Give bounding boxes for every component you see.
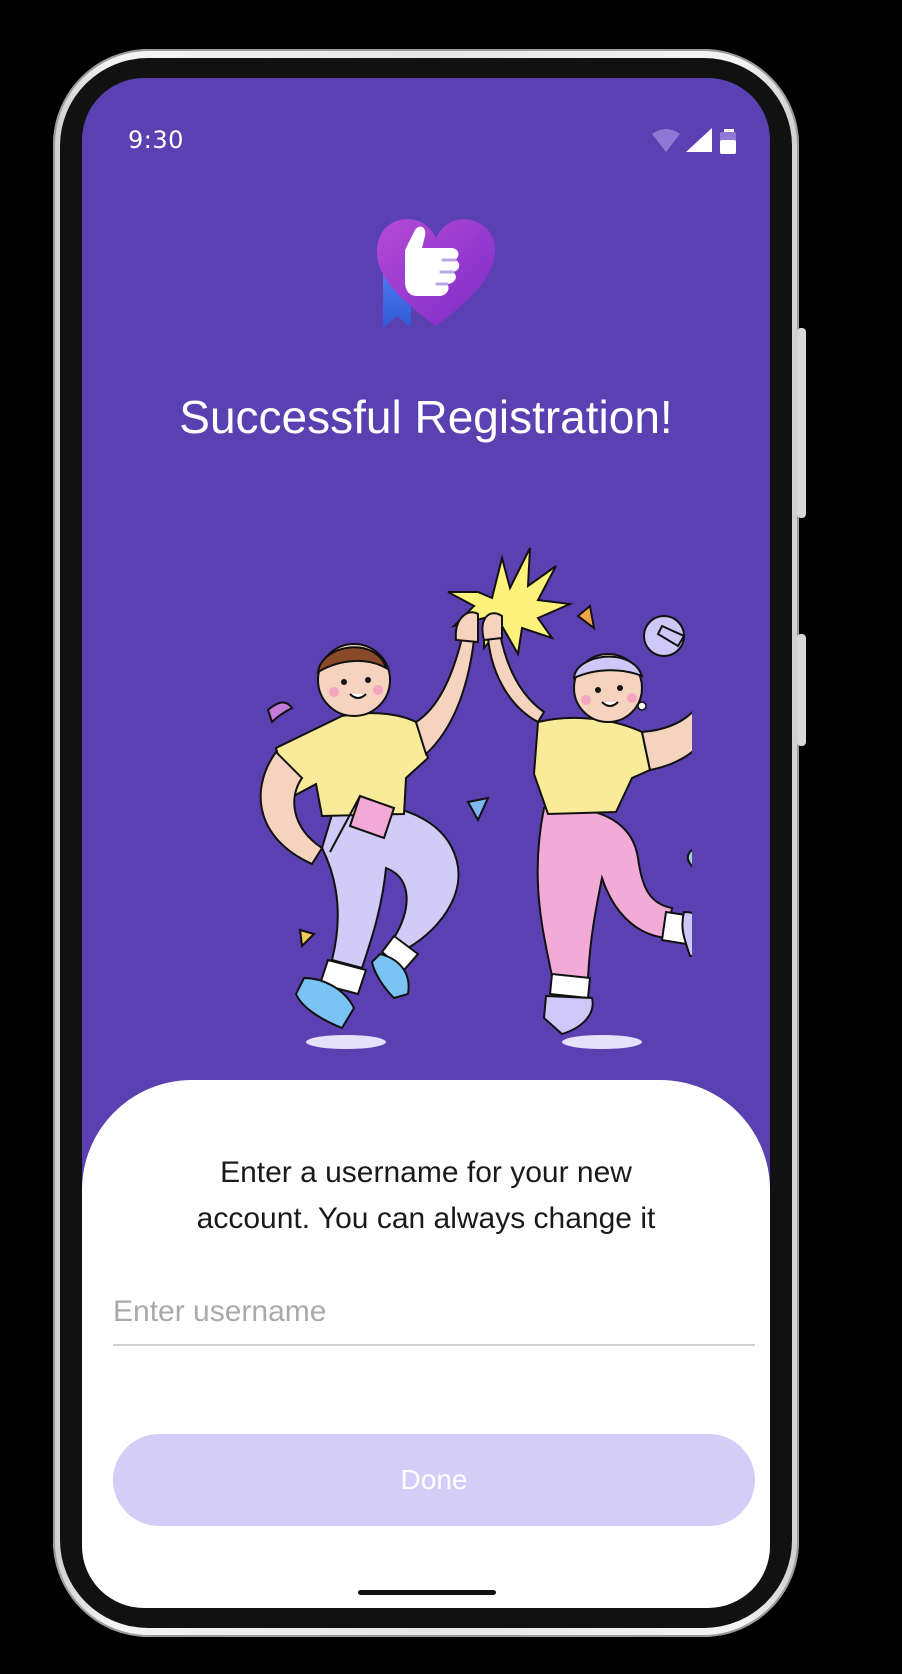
battery-icon [720,129,736,154]
status-icons [652,128,736,154]
instruction-line-2: account. You can always change it [196,1202,656,1235]
wifi-icon [652,129,680,152]
instruction-line-1: Enter a username for your new [220,1156,632,1189]
done-button[interactable]: Done [113,1434,755,1526]
phone-side-button-power [797,328,806,518]
instruction-text: Enter a username for your new account. Y… [142,1150,710,1242]
username-input[interactable] [113,1280,755,1346]
status-time: 9:30 [128,126,184,154]
page-title: Successful Registration! [179,391,673,443]
app-logo-heart-thumbs-up-icon [376,219,495,328]
cellular-signal-icon [686,128,712,152]
celebration-high-five-illustration [259,547,692,1049]
bottom-sheet: Enter a username for your new account. Y… [82,1080,770,1608]
app-screen: 9:30 Successful Registration! Enter a us… [82,78,770,1608]
phone-side-button-volume [797,634,806,746]
home-indicator[interactable] [358,1590,496,1595]
